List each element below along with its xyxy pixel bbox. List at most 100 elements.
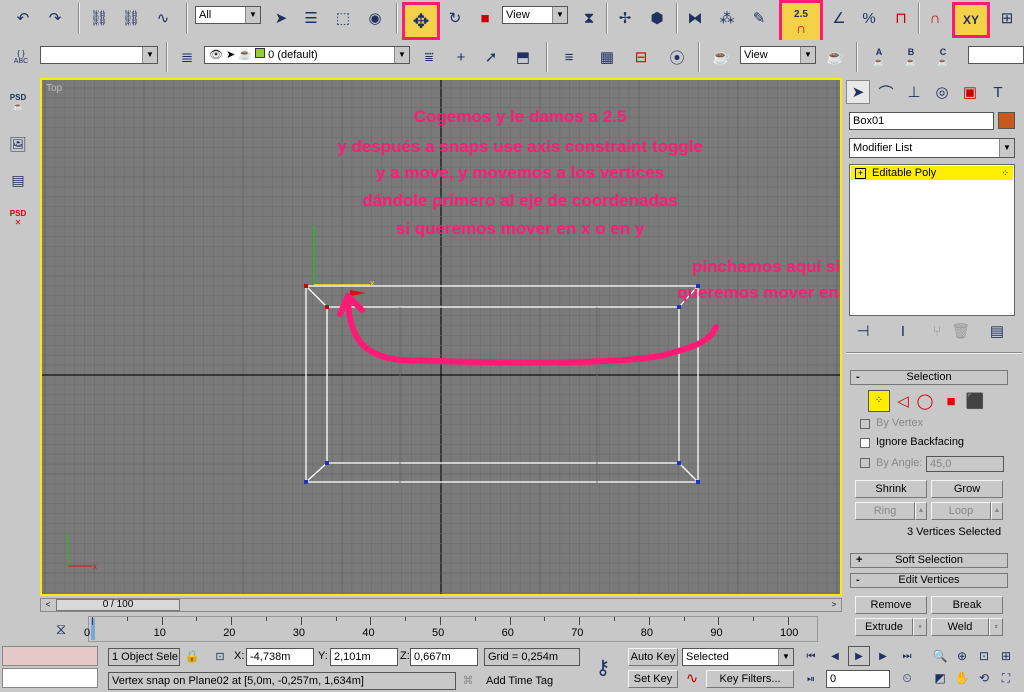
create-layer-icon[interactable]: ⩸ (416, 44, 442, 70)
ring-button[interactable]: Ring (855, 502, 915, 520)
named-selection-dropdown[interactable]: ▼ (40, 46, 158, 64)
select-object-icon[interactable]: ➤ (268, 5, 294, 31)
loop-button[interactable]: Loop (931, 502, 991, 520)
layers-icon[interactable]: ≣ (174, 44, 200, 70)
vertex[interactable] (696, 480, 700, 484)
eye-icon[interactable]: 👁 (209, 49, 223, 61)
show-end-result-icon[interactable]: I (892, 320, 914, 342)
weld-settings-button[interactable]: ▫ (989, 618, 1003, 636)
ring-spinner[interactable]: ▲ (915, 502, 927, 520)
curve-editor-icon[interactable]: ▦ (594, 44, 620, 70)
key-mode-icon[interactable]: ⏯ (800, 670, 822, 688)
hierarchy-tab-icon[interactable]: ⊥ (902, 80, 926, 104)
quick-render-icon[interactable]: ☕ (822, 44, 848, 70)
vertex[interactable] (304, 480, 308, 484)
absolute-transform-icon[interactable]: ⊡ (210, 646, 230, 666)
track-bar[interactable] (88, 616, 818, 642)
layer-dropdown[interactable]: 👁 ➤ ☕ 0 (default) ▼ (204, 46, 410, 64)
maxscript-listener-bottom[interactable] (2, 668, 98, 688)
select-and-move-icon[interactable]: ✥ (402, 2, 440, 40)
vertex[interactable] (677, 461, 681, 465)
psd-import-icon[interactable]: PSD ☕ (4, 88, 32, 116)
default-tangent-icon[interactable]: ∿ (682, 668, 702, 688)
go-to-end-icon[interactable]: ⏭ (896, 646, 918, 666)
vertex-mode-button[interactable]: ⁘ (868, 390, 890, 412)
reference-coordinate-dropdown[interactable]: View ▼ (502, 6, 568, 24)
loop-spinner[interactable]: ▲ (991, 502, 1003, 520)
window-crossing-icon[interactable]: ◉ (362, 5, 388, 31)
named-view-a-icon[interactable]: A ☕ (866, 44, 892, 70)
by-angle-checkbox[interactable] (860, 458, 870, 468)
add-to-layer-icon[interactable]: + (448, 44, 474, 70)
select-and-rotate-icon[interactable]: ↻ (442, 5, 468, 31)
zoom-extents-icon[interactable]: ⊡ (974, 646, 994, 666)
key-selection-dropdown[interactable]: Selected ▼ (682, 648, 794, 666)
render-setup-icon[interactable]: ☕ (708, 44, 734, 70)
play-icon[interactable]: ▶ (848, 646, 870, 666)
field-of-view-icon[interactable]: ◩ (930, 668, 950, 688)
keyboard-shortcut-override-icon[interactable]: ⬢ (644, 5, 670, 31)
schematic-view-icon[interactable]: ⊟ (628, 44, 654, 70)
pointer-icon[interactable]: ➤ (226, 49, 235, 61)
select-by-name-icon[interactable]: ☰ (298, 5, 324, 31)
time-slider-next[interactable]: > (828, 599, 840, 611)
angle-snap-icon[interactable]: ∠ (826, 5, 852, 31)
selection-filter-dropdown[interactable]: All ▼ (195, 6, 261, 24)
object-color-swatch[interactable] (998, 112, 1015, 129)
grow-button[interactable]: Grow (931, 480, 1003, 498)
layer-color-swatch[interactable] (255, 48, 266, 58)
arc-rotate-icon[interactable]: ⟲ (974, 668, 994, 688)
named-view-b-icon[interactable]: B ☕ (898, 44, 924, 70)
select-and-scale-icon[interactable]: ■ (472, 5, 498, 31)
unlink-selection-icon[interactable]: ⛓ (118, 5, 144, 31)
expand-icon[interactable]: + (855, 168, 866, 179)
edit-named-selection-icon[interactable]: ∩ (922, 5, 948, 31)
select-and-manipulate-icon[interactable]: ✢ (612, 5, 638, 31)
vertex-selected[interactable] (304, 284, 308, 288)
redo-icon[interactable]: ↷ (42, 5, 68, 31)
break-button[interactable]: Break (931, 596, 1003, 614)
set-key-button[interactable]: Set Key (628, 670, 678, 688)
calculator-icon[interactable]: ▤ (4, 166, 32, 194)
axis-constraint-toggle-icon[interactable]: XY (952, 2, 990, 38)
x-coordinate-field[interactable]: -4,738m (246, 648, 314, 666)
top-viewport[interactable]: Top y x y x Cogemos y le damos a 2.5 y d… (40, 78, 842, 596)
layer-manager-icon[interactable]: ≡ (556, 44, 582, 70)
auto-key-button[interactable]: Auto Key (628, 648, 678, 666)
remove-modifier-icon[interactable]: 🗑 (950, 320, 972, 342)
motion-tab-icon[interactable]: ◎ (930, 80, 954, 104)
extrude-settings-button[interactable]: ▫ (913, 618, 927, 636)
border-mode-icon[interactable]: ◯ (914, 390, 936, 412)
extrude-button[interactable]: Extrude (855, 618, 913, 636)
material-editor-icon[interactable]: ⦿ (664, 44, 690, 70)
go-to-start-icon[interactable]: ⏮ (800, 646, 822, 666)
vertex[interactable] (325, 461, 329, 465)
weld-button[interactable]: Weld (931, 618, 989, 636)
by-angle-spinner[interactable]: 45,0 (926, 456, 1004, 472)
soft-selection-rollout-header[interactable]: + Soft Selection (850, 553, 1008, 568)
vertex-selected[interactable] (325, 305, 329, 309)
more-tools-icon[interactable]: ⊞ (994, 5, 1020, 31)
undo-icon[interactable]: ↶ (10, 5, 36, 31)
y-coordinate-field[interactable]: 2,101m (330, 648, 398, 666)
select-layer-objects-icon[interactable]: ➚ (478, 44, 504, 70)
render-view-dropdown[interactable]: View ▼ (740, 46, 816, 64)
modify-tab-icon[interactable]: ⌒ (874, 80, 898, 104)
maxscript-listener-top[interactable] (2, 646, 98, 666)
extra-dropdown[interactable] (968, 46, 1024, 64)
element-mode-icon[interactable]: ⬛ (964, 390, 986, 412)
ignore-backfacing-checkbox[interactable] (860, 438, 870, 448)
shrink-button[interactable]: Shrink (855, 480, 927, 498)
snaps-toggle-icon[interactable]: 2.5 ∩ (779, 0, 823, 44)
time-slider-thumb[interactable]: 0 / 100 (56, 599, 180, 611)
current-frame-field[interactable]: 0 (826, 670, 890, 688)
z-coordinate-field[interactable]: 0,667m (410, 648, 478, 666)
maximize-viewport-icon[interactable]: ⛶ (996, 668, 1016, 688)
selection-lock-icon[interactable]: 🔒 (182, 646, 202, 666)
rectangular-selection-icon[interactable]: ⬚ (330, 5, 356, 31)
next-frame-icon[interactable]: ▶ (872, 646, 894, 666)
spinner-snap-icon[interactable]: ⊓ (888, 5, 914, 31)
time-configuration-icon[interactable]: ⏲ (896, 668, 918, 688)
object-name-field[interactable]: Box01 (849, 112, 994, 130)
percent-snap-icon[interactable]: % (856, 5, 882, 31)
